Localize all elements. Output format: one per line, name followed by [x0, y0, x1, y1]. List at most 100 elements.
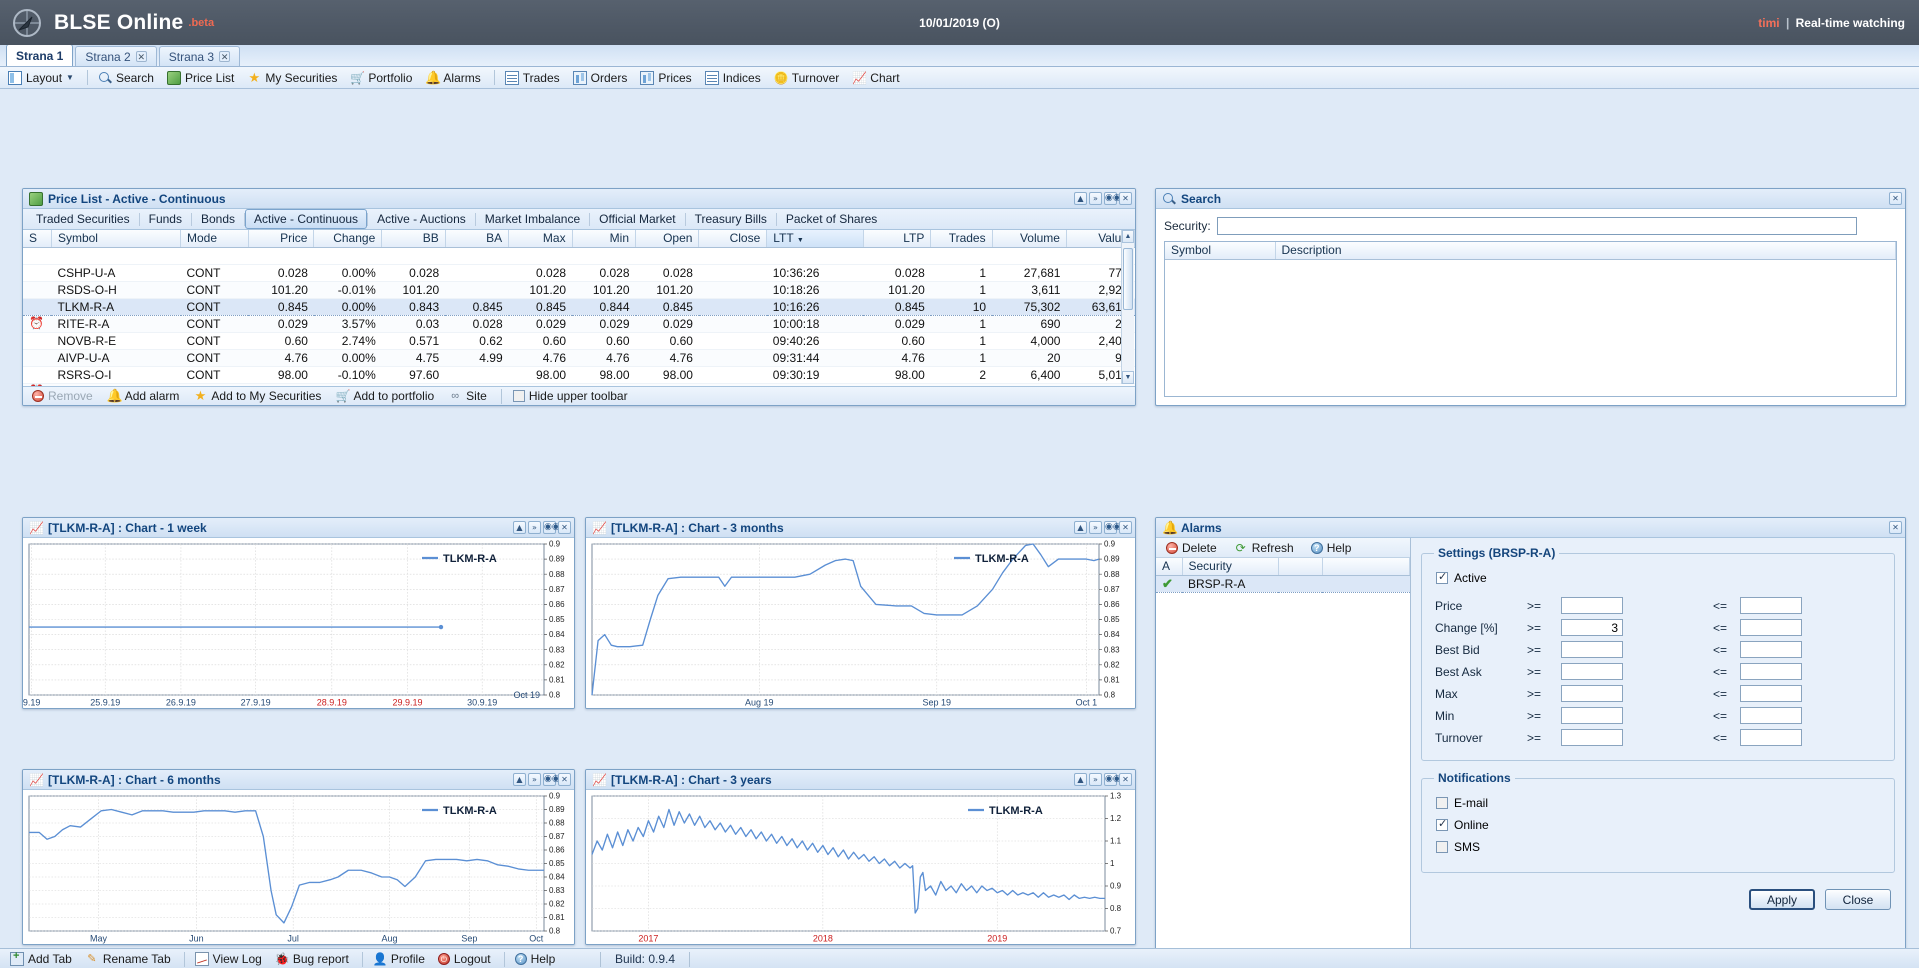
col-mode[interactable]: Mode	[180, 230, 249, 248]
field-min-input[interactable]	[1561, 685, 1623, 702]
apply-button[interactable]: Apply	[1749, 889, 1815, 910]
tab-official-market[interactable]: Official Market	[590, 209, 684, 229]
table-row[interactable]: NOVB-R-E CONT 0.60 2.74% 0.571 0.62 0.60 0.60 0.…	[23, 332, 1135, 350]
toolbar-my-securities[interactable]: ★ My Securities	[243, 68, 344, 87]
field-max-input[interactable]	[1740, 729, 1802, 746]
bug-report-button[interactable]: 🐞 Bug report	[271, 950, 356, 968]
col-change[interactable]: Change	[313, 230, 383, 248]
add-to-portfolio-button[interactable]: 🛒 Add to portfolio	[331, 387, 441, 406]
col-blank-1[interactable]	[1278, 558, 1323, 576]
collapse-icon[interactable]: ▲	[1074, 192, 1087, 205]
chart-1-plot[interactable]: 0.9 0.89 0.88 0.87 0.86 0.85 0.84 0.83 0.82 0.81 0…	[23, 538, 574, 708]
checkbox-icon[interactable]	[1436, 841, 1448, 853]
col-bb[interactable]: BB	[381, 230, 446, 248]
col-s[interactable]: S	[23, 230, 52, 248]
price-list-scrollbar[interactable]: ▲ ▼	[1121, 230, 1134, 384]
toolbar-indices[interactable]: Indices	[701, 68, 768, 87]
col-ltp[interactable]: LTP	[863, 230, 932, 248]
col-price[interactable]: Price	[248, 230, 315, 248]
collapse-icon[interactable]: ▲	[1074, 773, 1087, 786]
site-button[interactable]: ∞ Site	[444, 387, 494, 406]
checkbox-icon[interactable]	[1436, 797, 1448, 809]
notify-email-row[interactable]: E-mail	[1436, 796, 1884, 810]
toolbar-price-list[interactable]: Price List	[163, 68, 241, 87]
collapse-icon[interactable]: ▲	[513, 521, 526, 534]
expand-icon[interactable]: »	[1089, 192, 1102, 205]
toolbar-search[interactable]: Search	[94, 68, 161, 87]
close-icon[interactable]: ✕	[1889, 192, 1902, 205]
col-trades[interactable]: Trades	[930, 230, 993, 248]
notify-sms-row[interactable]: SMS	[1436, 840, 1884, 854]
toolbar-alarms[interactable]: 🔔 Alarms	[421, 68, 487, 87]
field-min-input[interactable]	[1561, 597, 1623, 614]
help-button[interactable]: ? Help	[511, 950, 563, 968]
close-icon[interactable]: ✕	[135, 51, 147, 62]
scroll-thumb[interactable]	[1123, 248, 1133, 310]
field-min-input[interactable]	[1561, 707, 1623, 724]
toolbar-layout[interactable]: Layout ▼	[4, 68, 81, 87]
checkbox-icon[interactable]	[1436, 570, 1448, 584]
tab-packet-of-shares[interactable]: Packet of Shares	[777, 209, 886, 229]
tab-active-continuous[interactable]: Active - Continuous	[245, 209, 368, 229]
field-min-input[interactable]	[1561, 663, 1623, 680]
table-row[interactable]: TLKM-R-A CONT 0.845 0.00% 0.843 0.845 0.845 0.8…	[23, 297, 1135, 316]
field-max-input[interactable]	[1740, 641, 1802, 658]
close-icon[interactable]: ✕	[1889, 521, 1902, 534]
add-tab-button[interactable]: Add Tab	[6, 950, 79, 968]
tab-bonds[interactable]: Bonds	[192, 209, 244, 229]
add-alarm-button[interactable]: 🔔 Add alarm	[103, 387, 187, 406]
tab-treasury-bills[interactable]: Treasury Bills	[686, 209, 776, 229]
active-checkbox-row[interactable]: Active	[1436, 570, 1884, 585]
add-to-my-securities-button[interactable]: ★ Add to My Securities	[189, 387, 328, 406]
col-description[interactable]: Description	[1275, 242, 1896, 260]
profile-button[interactable]: 👤 Profile	[369, 950, 432, 968]
col-ba[interactable]: BA	[445, 230, 510, 248]
checkbox-icon[interactable]	[1436, 817, 1448, 831]
field-max-input[interactable]	[1740, 707, 1802, 724]
close-icon[interactable]: ✕	[219, 51, 231, 62]
field-min-input[interactable]	[1561, 641, 1623, 658]
notify-online-row[interactable]: Online	[1436, 817, 1884, 832]
close-icon[interactable]: ✕	[1119, 192, 1132, 205]
logout-button[interactable]: ⏻ Logout	[434, 950, 498, 968]
binoculars-icon[interactable]: ◉◉	[1104, 192, 1121, 205]
field-min-input[interactable]	[1561, 619, 1623, 636]
tab-funds[interactable]: Funds	[140, 209, 191, 229]
field-max-input[interactable]	[1740, 685, 1802, 702]
col-close[interactable]: Close	[698, 230, 768, 248]
tab-traded-securities[interactable]: Traded Securities	[27, 209, 139, 229]
close-icon[interactable]: ✕	[1119, 773, 1132, 786]
page-tab-strana-3[interactable]: Strana 3 ✕	[158, 46, 241, 66]
delete-alarm-button[interactable]: Delete	[1162, 538, 1224, 557]
rename-tab-button[interactable]: ✎ Rename Tab	[81, 950, 178, 968]
binoculars-icon[interactable]: ◉◉	[1104, 521, 1121, 534]
scroll-up-icon[interactable]: ▲	[1122, 230, 1134, 243]
toolbar-prices[interactable]: Prices	[636, 68, 698, 87]
expand-icon[interactable]: »	[528, 521, 541, 534]
col-a[interactable]: A	[1156, 558, 1183, 576]
view-log-button[interactable]: View Log	[191, 950, 269, 968]
expand-icon[interactable]: »	[1089, 773, 1102, 786]
field-min-input[interactable]	[1561, 729, 1623, 746]
col-min[interactable]: Min	[572, 230, 637, 248]
col-security[interactable]: Security	[1182, 558, 1279, 576]
col-ltt[interactable]: LTT ▼	[766, 230, 864, 248]
col-symbol[interactable]: Symbol	[1165, 242, 1276, 260]
table-row[interactable]: CSHP-U-A CONT 0.028 0.00% 0.028 0.028 0.028 0.0…	[23, 264, 1135, 282]
hide-upper-toolbar-checkbox[interactable]: Hide upper toolbar	[509, 387, 635, 406]
table-row[interactable]: AIVP-U-A CONT 4.76 0.00% 4.75 4.99 4.76 4.76 4.7…	[23, 349, 1135, 367]
close-button[interactable]: Close	[1825, 889, 1891, 910]
close-icon[interactable]: ✕	[1119, 521, 1132, 534]
col-symbol[interactable]: Symbol	[51, 230, 182, 248]
collapse-icon[interactable]: ▲	[513, 773, 526, 786]
alarms-help-button[interactable]: ? Help	[1307, 538, 1359, 557]
field-max-input[interactable]	[1740, 597, 1802, 614]
binoculars-icon[interactable]: ◉◉	[543, 521, 560, 534]
chart-3-plot[interactable]: 0.9 0.89 0.88 0.87 0.86 0.85 0.84 0.83 0.82 0.81 0…	[23, 790, 574, 944]
tab-active-auctions[interactable]: Active - Auctions	[368, 209, 475, 229]
close-icon[interactable]: ✕	[558, 521, 571, 534]
toolbar-trades[interactable]: Trades	[501, 68, 567, 87]
page-tab-strana-1[interactable]: Strana 1	[6, 44, 74, 66]
toolbar-portfolio[interactable]: 🛒 Portfolio	[346, 68, 419, 87]
binoculars-icon[interactable]: ◉◉	[543, 773, 560, 786]
